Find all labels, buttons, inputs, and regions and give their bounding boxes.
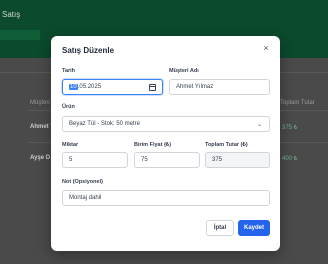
- date-label: Tarih: [62, 68, 76, 74]
- date-input[interactable]: 10 .05.2025: [62, 79, 163, 95]
- product-label: Ürün: [62, 104, 75, 110]
- background-table-header-total: Toplam Tutar: [280, 100, 315, 106]
- note-label: Not (Opsiyonel): [62, 179, 103, 185]
- quantity-field[interactable]: 5: [62, 152, 128, 168]
- product-select[interactable]: Beyaz Tül - Stok: 50 metre ⌄: [62, 116, 270, 132]
- background-header-accent: [0, 30, 40, 40]
- calendar-icon[interactable]: [149, 84, 156, 91]
- background-row2-total: 400 ₺: [282, 156, 298, 162]
- customer-field[interactable]: Ahmet Yılmaz: [169, 79, 270, 95]
- cancel-button[interactable]: İptal: [206, 220, 234, 236]
- customer-value: Ahmet Yılmaz: [176, 84, 214, 90]
- background-row2-customer: Ayşe D: [30, 155, 51, 161]
- date-day-segment[interactable]: 10: [69, 84, 78, 90]
- background-table-header-customer: Müşteri: [30, 100, 50, 106]
- product-selected-value: Beyaz Tül - Stok: 50 metre: [69, 121, 140, 127]
- total-value: 375: [212, 157, 223, 163]
- unit-price-value: 75: [141, 157, 148, 163]
- total-field: 375: [205, 152, 270, 168]
- date-rest-segment[interactable]: .05.2025: [78, 84, 101, 90]
- unit-price-label: Birim Fiyat (₺): [134, 142, 172, 148]
- total-label: Toplam Tutar (₺): [205, 142, 248, 148]
- quantity-label: Miktar: [62, 142, 79, 148]
- chevron-down-icon: ⌄: [256, 122, 262, 128]
- unit-price-field[interactable]: 75: [134, 152, 200, 168]
- background-header-title: Satış: [2, 10, 21, 19]
- note-field[interactable]: Montaj dahil: [62, 190, 270, 206]
- dialog-title: Satış Düzenle: [62, 46, 115, 55]
- customer-label: Müşteri Adı: [169, 68, 199, 74]
- close-icon[interactable]: ×: [260, 42, 272, 54]
- save-button[interactable]: Kaydet: [238, 220, 270, 236]
- background-row1-total: 375 ₺: [282, 125, 298, 131]
- note-value: Montaj dahil: [69, 195, 102, 201]
- quantity-value: 5: [69, 157, 73, 163]
- edit-sale-dialog: Satış Düzenle × Tarih 10 .05.2025 Müşter…: [51, 36, 280, 251]
